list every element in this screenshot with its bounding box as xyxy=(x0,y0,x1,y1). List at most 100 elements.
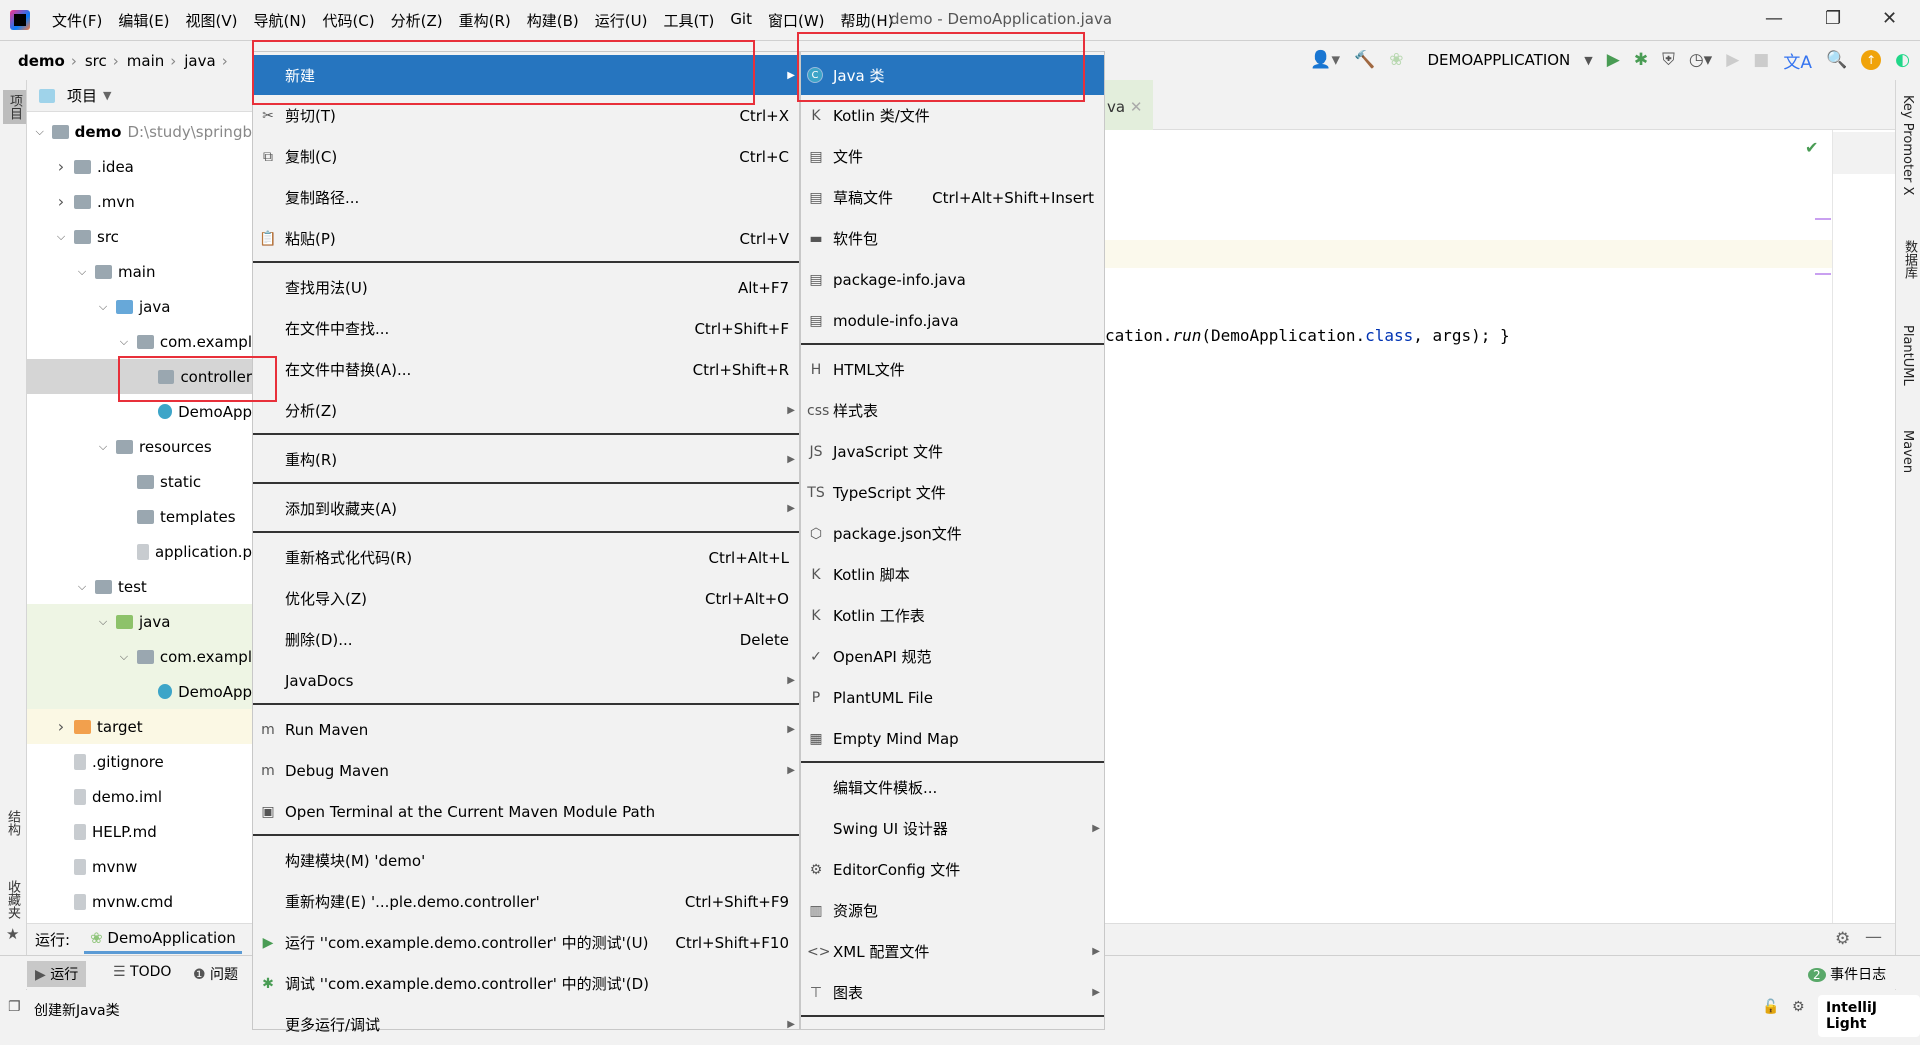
chevron-down-icon[interactable]: ⌵ xyxy=(54,230,68,244)
menu-item[interactable]: m Run Maven ▶ xyxy=(253,709,799,750)
menu-item[interactable]: 优化导入(Z) Ctrl+Alt+O xyxy=(253,578,799,619)
tree-item[interactable]: ⌵ src xyxy=(27,219,252,254)
close-button[interactable]: ✕ xyxy=(1882,8,1897,29)
tree-item[interactable]: ⌵ main xyxy=(27,254,252,289)
menu-item[interactable]: ✓ OpenAPI 规范 xyxy=(801,636,1104,677)
tree-item[interactable]: › .mvn xyxy=(27,184,252,219)
update-icon[interactable]: ↑ xyxy=(1861,50,1882,70)
menu-item[interactable]: 在文件中查找... Ctrl+Shift+F xyxy=(253,308,799,349)
menu-item[interactable]: C Java 类 xyxy=(801,55,1104,95)
run-config-selector[interactable]: DEMOAPPLICATION xyxy=(1427,51,1570,69)
menu-item[interactable]: ⊤ 图表 ▶ xyxy=(801,972,1104,1013)
plantuml-tab[interactable]: PlantUML xyxy=(1900,325,1915,386)
chevron-down-icon[interactable]: ⌵ xyxy=(75,265,89,279)
translate-icon[interactable]: 文A xyxy=(1783,48,1812,73)
menu-3[interactable]: 导航(N) xyxy=(246,10,315,31)
menu-6[interactable]: 重构(R) xyxy=(451,10,519,31)
minimize-icon[interactable]: — xyxy=(1865,927,1882,947)
menu-item[interactable]: ▶ 运行 ''com.example.demo.controller' 中的测试'… xyxy=(253,922,799,963)
search-icon[interactable]: 🔍 xyxy=(1826,50,1847,70)
menu-item[interactable]: ⧉ 复制(C) Ctrl+C xyxy=(253,136,799,177)
chevron-down-icon[interactable]: ⌵ xyxy=(117,335,131,349)
tree-item[interactable]: DemoApp xyxy=(27,674,252,709)
menu-item[interactable]: 添加到收藏夹(A) ▶ xyxy=(253,488,799,529)
tree-item[interactable]: demo.iml xyxy=(27,779,252,814)
tree-item[interactable]: controller xyxy=(27,359,252,394)
menu-item[interactable]: K Kotlin 工作表 xyxy=(801,595,1104,636)
tree-item[interactable]: ⌵ demo D:\study\springb xyxy=(27,114,253,149)
tree-item[interactable]: ⌵ resources xyxy=(27,429,252,464)
tab-todo[interactable]: ☰ TODO xyxy=(105,961,179,983)
close-tab-icon[interactable]: ✕ xyxy=(1130,98,1143,116)
theme-indicator[interactable]: IntelliJ Light xyxy=(1818,995,1920,1037)
menu-11[interactable]: 窗口(W) xyxy=(760,10,833,31)
menu-item[interactable]: 重新格式化代码(R) Ctrl+Alt+L xyxy=(253,537,799,578)
menu-item[interactable]: 在文件中替换(A)... Ctrl+Shift+R xyxy=(253,349,799,390)
breadcrumb-item[interactable]: demo xyxy=(18,52,65,70)
menu-item[interactable]: K Kotlin 脚本 xyxy=(801,554,1104,595)
tree-item[interactable]: ⌵ com.exampl xyxy=(27,324,252,359)
project-tool-tab[interactable]: 项目 xyxy=(3,90,26,124)
menu-item[interactable]: TS TypeScript 文件 xyxy=(801,472,1104,513)
menu-7[interactable]: 构建(B) xyxy=(519,10,587,31)
menu-item[interactable]: m Debug Maven ▶ xyxy=(253,750,799,791)
menu-item[interactable]: ✂ 剪切(T) Ctrl+X xyxy=(253,95,799,136)
run-icon[interactable]: ▶ xyxy=(1607,50,1620,70)
menu-item[interactable]: 新建 ▶ xyxy=(253,55,799,95)
menu-4[interactable]: 代码(C) xyxy=(314,10,382,31)
favorites-tool-tab[interactable]: 收藏夹 xyxy=(3,880,22,919)
tree-item[interactable]: HELP.md xyxy=(27,814,252,849)
chevron-right-icon[interactable]: › xyxy=(54,157,68,176)
tree-item[interactable]: ⌵ java xyxy=(27,289,252,324)
menu-item[interactable]: ▤ package-info.java xyxy=(801,259,1104,300)
menu-item[interactable]: 删除(D)... Delete xyxy=(253,619,799,660)
menu-item[interactable]: ▬ 软件包 xyxy=(801,218,1104,259)
tab-run[interactable]: ▶ 运行 xyxy=(27,961,87,987)
tree-item[interactable]: DemoApp xyxy=(27,394,252,429)
menu-item[interactable]: 编辑文件模板... xyxy=(801,767,1104,808)
menu-item[interactable]: ▤ 草稿文件 Ctrl+Alt+Shift+Insert xyxy=(801,177,1104,218)
menu-item[interactable]: 📋 粘贴(P) Ctrl+V xyxy=(253,218,799,259)
menu-item[interactable]: JS JavaScript 文件 xyxy=(801,431,1104,472)
help-gear-icon[interactable]: ⚙ xyxy=(1792,999,1805,1015)
menu-item[interactable]: ▣ Open Terminal at the Current Maven Modu… xyxy=(253,791,799,832)
chevron-down-icon[interactable]: ▼ xyxy=(1584,54,1592,67)
status-window-icon[interactable]: ❐ xyxy=(8,999,21,1015)
menu-1[interactable]: 编辑(E) xyxy=(110,10,177,31)
tree-item[interactable]: ⌵ java xyxy=(27,604,252,639)
key-promoter-tab[interactable]: Key Promoter X xyxy=(1900,95,1915,195)
restore-button[interactable]: ❐ xyxy=(1825,8,1841,29)
run-config-tab[interactable]: ❀ DemoApplication xyxy=(84,925,242,954)
build-hammer-icon[interactable]: 🔨 xyxy=(1354,50,1375,70)
menu-item[interactable]: 分析(Z) ▶ xyxy=(253,390,799,431)
chevron-down-icon[interactable]: ⌵ xyxy=(96,300,110,314)
profile-icon[interactable]: ◷▾ xyxy=(1689,50,1712,70)
breadcrumb-item[interactable]: main xyxy=(127,52,164,70)
tree-item[interactable]: templates xyxy=(27,499,252,534)
tree-item[interactable]: ⌵ test xyxy=(27,569,252,604)
menu-item[interactable]: ⬡ package.json文件 xyxy=(801,513,1104,554)
breadcrumb-item[interactable]: src xyxy=(85,52,107,70)
chevron-down-icon[interactable]: ⌵ xyxy=(75,580,89,594)
chevron-down-icon[interactable]: ⌵ xyxy=(33,125,46,139)
menu-item[interactable]: K Kotlin 类/文件 xyxy=(801,95,1104,136)
menu-item[interactable]: 重构(R) ▶ xyxy=(253,439,799,480)
tab-problems[interactable]: ❶ 问题 xyxy=(185,961,246,987)
tree-item[interactable]: mvnw.cmd xyxy=(27,884,252,919)
project-panel-title[interactable]: 项目 xyxy=(67,85,97,106)
menu-item[interactable]: 构建模块(M) 'demo' xyxy=(253,840,799,881)
tree-item[interactable]: application.p xyxy=(27,534,252,569)
menu-0[interactable]: 文件(F) xyxy=(44,10,110,31)
menu-item[interactable]: 重新构建(E) '...ple.demo.controller' Ctrl+Shi… xyxy=(253,881,799,922)
user-icon[interactable]: 👤▾ xyxy=(1310,50,1340,70)
menu-10[interactable]: Git xyxy=(722,10,760,31)
menu-item[interactable]: ▤ 文件 xyxy=(801,136,1104,177)
jetbrains-icon[interactable]: ◐ xyxy=(1895,50,1910,70)
lock-icon[interactable]: 🔓 xyxy=(1762,999,1779,1015)
editor[interactable]: va ✕ cation.run(DemoApplication.class, a… xyxy=(1105,80,1895,923)
menu-item[interactable]: ▥ 资源包 xyxy=(801,890,1104,931)
menu-item[interactable]: css 样式表 xyxy=(801,390,1104,431)
chevron-right-icon[interactable]: › xyxy=(54,192,68,211)
tree-item[interactable]: .gitignore xyxy=(27,744,252,779)
event-log-button[interactable]: 2 事件日志 xyxy=(1800,961,1894,987)
